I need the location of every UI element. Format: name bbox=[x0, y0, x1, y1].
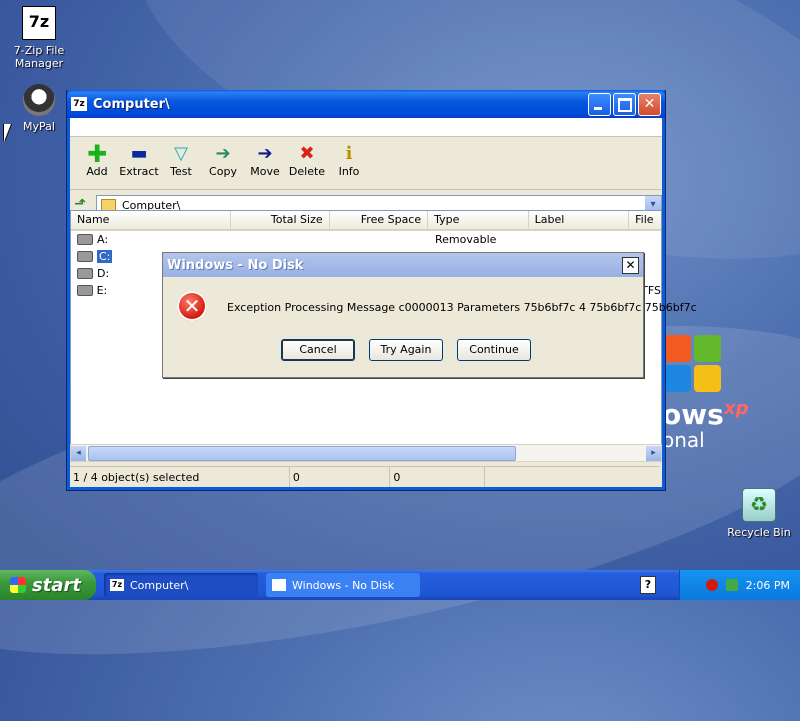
xp-logo-text: ows bbox=[662, 398, 724, 431]
drive-type: Removable bbox=[435, 233, 497, 246]
column-header-total-size[interactable]: Total Size bbox=[231, 211, 330, 229]
7zip-icon: 7z bbox=[110, 579, 124, 591]
column-header-file[interactable]: File bbox=[629, 211, 661, 229]
test-icon: ▽ bbox=[174, 143, 188, 164]
dialog-title: Windows - No Disk bbox=[167, 257, 304, 273]
column-header-label[interactable]: Label bbox=[529, 211, 630, 229]
toolbar-label: Extract bbox=[119, 165, 159, 178]
dialog-close-button[interactable]: ✕ bbox=[622, 256, 639, 274]
toolbar: ✚ Add ▬ Extract ▽ Test ➔ Copy ➔ Move ✖ D… bbox=[70, 140, 662, 187]
copy-button[interactable]: ➔ Copy bbox=[202, 143, 244, 187]
toolbar-label: Info bbox=[338, 165, 360, 178]
desktop-icon-label: MyPal bbox=[23, 120, 55, 133]
list-header: Name Total Size Free Space Type Label Fi… bbox=[71, 211, 661, 231]
dialog-message: Exception Processing Message c0000013 Pa… bbox=[227, 301, 697, 314]
extract-icon: ▬ bbox=[130, 143, 148, 164]
move-button[interactable]: ➔ Move bbox=[244, 143, 286, 187]
desktop-icon-recycle-bin[interactable]: ♻ Recycle Bin bbox=[724, 488, 794, 539]
toolbar-label: Delete bbox=[288, 165, 326, 178]
floppy-drive-icon bbox=[77, 234, 93, 245]
desktop-icon-label: 7-Zip File bbox=[13, 44, 65, 57]
taskbar-item-7zip[interactable]: 7z Computer\ bbox=[104, 573, 258, 597]
recycle-bin-icon: ♻ bbox=[742, 488, 776, 522]
start-label: start bbox=[32, 574, 81, 596]
continue-button[interactable]: Continue bbox=[457, 339, 531, 361]
taskbar-item-label: Computer\ bbox=[130, 578, 189, 592]
xp-logo-sub: onal bbox=[662, 428, 705, 452]
close-button[interactable]: ✕ bbox=[638, 92, 661, 116]
xp-logo-sup: xp bbox=[724, 398, 749, 419]
windows-flag-logo bbox=[664, 335, 724, 395]
menu-bar[interactable] bbox=[70, 118, 662, 137]
extract-button[interactable]: ▬ Extract bbox=[118, 143, 160, 187]
table-row[interactable]: A: Removable bbox=[71, 231, 661, 248]
start-button[interactable]: start bbox=[0, 570, 96, 600]
copy-icon: ➔ bbox=[215, 143, 231, 164]
maximize-button[interactable] bbox=[613, 92, 636, 116]
drive-name: A: bbox=[97, 233, 109, 246]
window-titlebar[interactable]: 7z Computer\ ✕ bbox=[67, 90, 665, 118]
mouse-cursor-icon bbox=[4, 124, 11, 142]
status-bar: 1 / 4 object(s) selected 0 0 bbox=[70, 466, 660, 487]
clock[interactable]: 2:06 PM bbox=[746, 579, 790, 592]
delete-button[interactable]: ✖ Delete bbox=[286, 143, 328, 187]
system-tray: 2:06 PM bbox=[679, 570, 800, 600]
info-icon: i bbox=[345, 143, 353, 164]
dialog-buttons: Cancel Try Again Continue bbox=[281, 339, 531, 361]
window-icon bbox=[272, 579, 286, 591]
7zip-icon: 7z bbox=[22, 6, 56, 40]
taskbar-item-no-disk[interactable]: Windows - No Disk bbox=[266, 573, 420, 597]
move-icon: ➔ bbox=[257, 143, 273, 164]
add-icon: ✚ bbox=[86, 140, 108, 168]
dialog-titlebar[interactable]: Windows - No Disk ✕ bbox=[163, 253, 643, 277]
info-button[interactable]: i Info bbox=[328, 143, 370, 187]
network-icon[interactable] bbox=[725, 579, 738, 591]
windows-flag-icon bbox=[10, 577, 26, 593]
drive-name: D: bbox=[97, 267, 110, 280]
no-disk-dialog: Windows - No Disk ✕ ✕ Exception Processi… bbox=[162, 252, 697, 378]
minimize-button[interactable] bbox=[588, 92, 611, 116]
toolbar-label: Test bbox=[170, 165, 192, 178]
window-title: Computer\ bbox=[93, 96, 170, 112]
scroll-left-icon[interactable]: ◂ bbox=[71, 445, 86, 461]
desktop-icon-label: Manager bbox=[14, 57, 64, 70]
drive-file-system: TFS bbox=[641, 284, 661, 297]
desktop-icon-label: Recycle Bin bbox=[727, 526, 791, 539]
column-header-free-space[interactable]: Free Space bbox=[330, 211, 429, 229]
scroll-right-icon[interactable]: ▸ bbox=[646, 445, 661, 461]
help-icon[interactable]: ? bbox=[640, 576, 656, 594]
status-packed: 0 bbox=[390, 467, 485, 487]
error-icon: ✕ bbox=[177, 291, 207, 321]
column-header-name[interactable]: Name bbox=[71, 211, 232, 229]
delete-icon: ✖ bbox=[299, 143, 315, 164]
security-alert-icon[interactable] bbox=[705, 579, 718, 591]
cd-drive-icon bbox=[77, 268, 93, 279]
toolbar-label: Add bbox=[86, 165, 108, 178]
taskbar: start 7z Computer\ Windows - No Disk 2:0… bbox=[0, 570, 800, 600]
desktop-icon-mypal[interactable]: MyPal bbox=[4, 84, 74, 133]
taskbar-item-label: Windows - No Disk bbox=[292, 578, 395, 592]
status-size: 0 bbox=[290, 467, 391, 487]
mypal-icon bbox=[23, 84, 55, 116]
desktop-icon-7zip[interactable]: 7z 7-Zip File Manager bbox=[4, 6, 74, 70]
hard-drive-icon bbox=[77, 251, 93, 262]
toolbar-label: Move bbox=[250, 165, 280, 178]
horizontal-scrollbar[interactable]: ◂ ▸ bbox=[70, 444, 662, 462]
scrollbar-thumb[interactable] bbox=[88, 445, 516, 461]
try-again-button[interactable]: Try Again bbox=[369, 339, 443, 361]
drive-name: C: bbox=[97, 250, 113, 263]
column-header-type[interactable]: Type bbox=[428, 211, 529, 229]
cancel-button[interactable]: Cancel bbox=[281, 339, 355, 361]
7zip-icon: 7z bbox=[71, 97, 87, 111]
add-button[interactable]: ✚ Add bbox=[76, 140, 118, 187]
status-selection: 1 / 4 object(s) selected bbox=[70, 467, 290, 487]
test-button[interactable]: ▽ Test bbox=[160, 143, 202, 187]
toolbar-label: Copy bbox=[209, 165, 237, 178]
status-extra bbox=[485, 467, 660, 487]
hard-drive-icon bbox=[77, 285, 93, 296]
